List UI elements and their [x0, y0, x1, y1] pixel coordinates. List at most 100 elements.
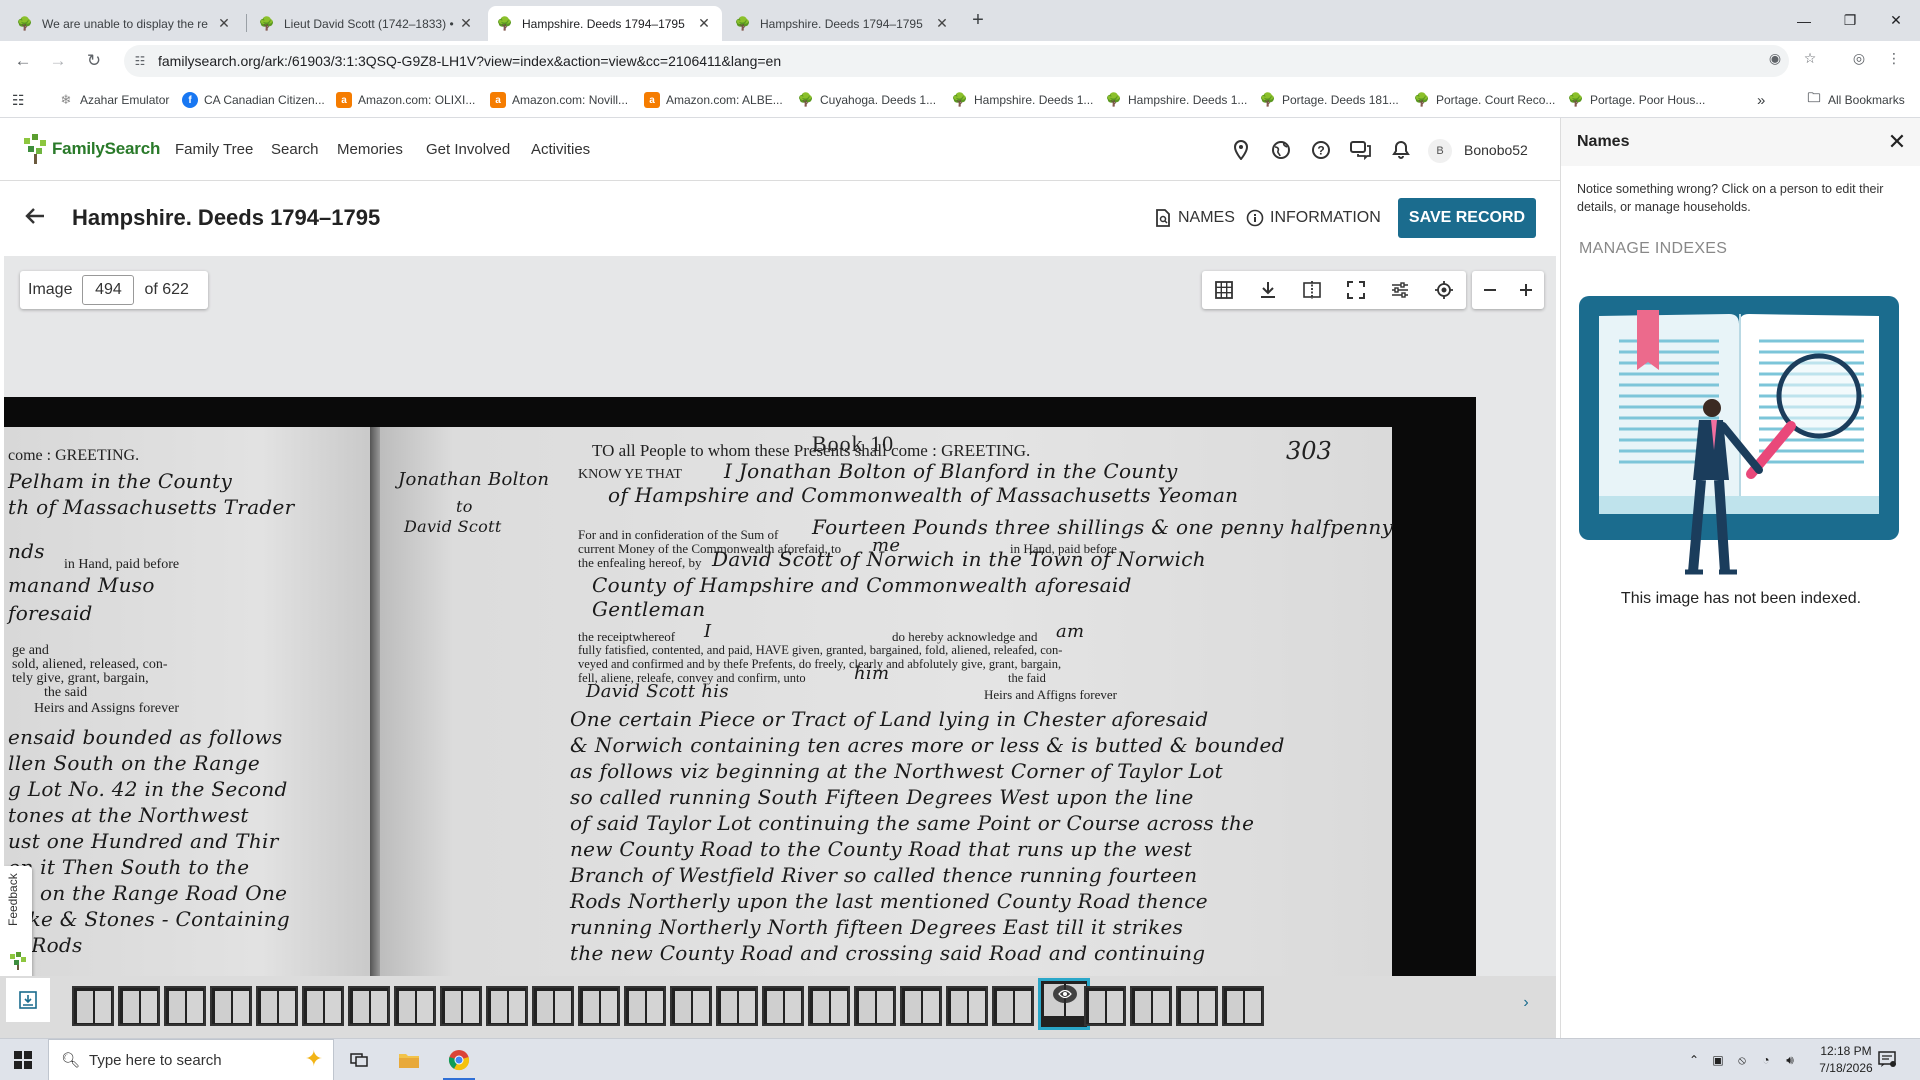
thumbnail[interactable] — [164, 986, 206, 1026]
notification-icon[interactable] — [1878, 1050, 1898, 1070]
familysearch-logo[interactable]: FamilySearch — [22, 134, 160, 164]
zoom-out-icon[interactable] — [1472, 271, 1508, 309]
help-icon[interactable]: ? — [1309, 138, 1333, 162]
bookmark-item[interactable]: 🌳 Portage. Court Reco... — [1414, 91, 1555, 109]
nav-memories[interactable]: Memories — [337, 118, 403, 181]
url-text[interactable]: familysearch.org/ark:/61903/3:1:3QSQ-G9Z… — [158, 53, 781, 69]
close-icon[interactable]: ✕ — [1883, 128, 1911, 156]
menu-icon[interactable]: ⋮ — [1885, 49, 1903, 67]
thumbnail[interactable] — [854, 986, 896, 1026]
download-icon[interactable] — [1246, 271, 1290, 309]
tray-chevron-icon[interactable]: ⌃ — [1686, 1052, 1702, 1068]
all-bookmarks[interactable]: 🗀 All Bookmarks — [1806, 90, 1904, 109]
image-viewer[interactable]: Image 494 of 622 come: GREETING. Pelham… — [4, 256, 1556, 1038]
browser-tab-active[interactable]: 🌳 Hampshire. Deeds 1794–1795 ✕ — [488, 6, 722, 41]
back-arrow-icon[interactable] — [24, 205, 50, 231]
thumbnail[interactable] — [256, 986, 298, 1026]
bookmark-item[interactable]: a Amazon.com: OLIXI... — [336, 91, 475, 109]
bookmark-item[interactable]: 🌳 Hampshire. Deeds 1... — [952, 91, 1093, 109]
thumbnail[interactable] — [1130, 986, 1172, 1026]
globe-icon[interactable] — [1269, 138, 1293, 162]
bookmark-item[interactable]: 🌳 Cuyahoga. Deeds 1... — [798, 91, 936, 109]
volume-icon[interactable]: 🔊︎ — [1782, 1052, 1798, 1068]
close-tab-icon[interactable]: ✕ — [934, 15, 950, 32]
site-info-icon[interactable]: ☷ — [132, 53, 148, 69]
chrome-icon[interactable] — [435, 1039, 483, 1080]
back-icon[interactable]: ← — [11, 49, 35, 73]
bookmark-item[interactable]: f CA Canadian Citizen... — [182, 91, 325, 109]
feedback-tab[interactable]: Feedback — [4, 866, 32, 984]
messages-icon[interactable] — [1349, 138, 1373, 162]
filmstrip-toggle-icon[interactable] — [6, 978, 50, 1022]
apps-icon[interactable]: ☷ — [12, 91, 25, 109]
information-link[interactable]: INFORMATION — [1246, 209, 1381, 227]
thumbnail[interactable] — [486, 986, 528, 1026]
restore-icon[interactable]: ❐ — [1827, 0, 1873, 41]
nav-get-involved[interactable]: Get Involved — [426, 118, 510, 181]
location-pin-icon[interactable] — [1229, 138, 1253, 162]
thumbnail[interactable] — [394, 986, 436, 1026]
taskbar-search-input[interactable]: 🔍︎ Type here to search ✦ — [48, 1039, 334, 1080]
grid-icon[interactable] — [1202, 271, 1246, 309]
fullscreen-icon[interactable] — [1334, 271, 1378, 309]
system-clock[interactable]: 12:18 PM 7/18/2026 — [1810, 1043, 1882, 1077]
bookmarks-overflow-icon[interactable]: » — [1757, 91, 1765, 109]
thumbnail[interactable] — [578, 986, 620, 1026]
nav-activities[interactable]: Activities — [531, 118, 590, 181]
adjust-icon[interactable] — [1378, 271, 1422, 309]
thumbnail[interactable] — [210, 986, 252, 1026]
bookmark-item[interactable]: 🌳 Portage. Poor Hous... — [1568, 91, 1706, 109]
wifi-icon[interactable]: ◔ — [1758, 1052, 1774, 1068]
current-thumbnail[interactable] — [1038, 978, 1090, 1030]
record-image[interactable]: come : GREETING. Pelham in the County th… — [4, 397, 1476, 1017]
thumbnail[interactable] — [1084, 986, 1126, 1026]
meet-now-icon[interactable]: ▣ — [1710, 1052, 1726, 1068]
windows-start-icon[interactable] — [0, 1039, 46, 1080]
manage-indexes-link[interactable]: MANAGE INDEXES — [1579, 240, 1727, 258]
save-record-button[interactable]: SAVE RECORD — [1398, 198, 1536, 238]
task-view-icon[interactable] — [335, 1039, 383, 1080]
bookmark-item[interactable]: a Amazon.com: ALBE... — [644, 91, 783, 109]
bookmark-item[interactable]: a Amazon.com: Novill... — [490, 91, 628, 109]
locate-icon[interactable] — [1422, 271, 1466, 309]
new-tab-icon[interactable]: + — [966, 8, 990, 32]
bookmark-item[interactable]: 🌳 Portage. Deeds 181... — [1260, 91, 1399, 109]
thumbnail[interactable] — [440, 986, 482, 1026]
thumbnail[interactable] — [808, 986, 850, 1026]
file-explorer-icon[interactable] — [385, 1039, 433, 1080]
close-tab-icon[interactable]: ✕ — [216, 15, 232, 32]
close-tab-icon[interactable]: ✕ — [458, 15, 474, 32]
thumbnail[interactable] — [762, 986, 804, 1026]
image-number-input[interactable]: 494 — [82, 275, 135, 305]
bookmark-item[interactable]: 🌳 Hampshire. Deeds 1... — [1106, 91, 1247, 109]
username[interactable]: Bonobo52 — [1464, 142, 1528, 158]
nav-family-tree[interactable]: Family Tree — [175, 118, 253, 181]
network-off-icon[interactable]: ⦸ — [1734, 1052, 1750, 1068]
browser-tab[interactable]: 🌳 Hampshire. Deeds 1794–1795 ✕ — [726, 6, 960, 41]
zoom-in-icon[interactable] — [1508, 271, 1544, 309]
compare-icon[interactable] — [1290, 271, 1334, 309]
thumbnail[interactable] — [532, 986, 574, 1026]
close-window-icon[interactable]: ✕ — [1873, 0, 1919, 41]
browser-tab[interactable]: 🌳 Lieut David Scott (1742–1833) • ✕ — [250, 6, 484, 41]
avatar[interactable]: B — [1428, 139, 1452, 163]
thumbnail[interactable] — [670, 986, 712, 1026]
thumbnail[interactable] — [624, 986, 666, 1026]
browser-tab[interactable]: 🌳 We are unable to display the re ✕ — [8, 6, 242, 41]
thumbnail[interactable] — [946, 986, 988, 1026]
profile-icon[interactable]: ◎ — [1850, 49, 1868, 67]
thumbnail[interactable] — [72, 986, 114, 1026]
address-bar[interactable]: ☷ familysearch.org/ark:/61903/3:1:3QSQ-G… — [124, 45, 1789, 77]
thumbnail[interactable] — [900, 986, 942, 1026]
thumbnail[interactable] — [992, 986, 1034, 1026]
names-link[interactable]: NAMES — [1154, 209, 1235, 227]
thumbnail[interactable] — [118, 986, 160, 1026]
reload-icon[interactable]: ↻ — [82, 49, 106, 73]
thumbnail[interactable] — [302, 986, 344, 1026]
thumbnail[interactable] — [1176, 986, 1218, 1026]
bookmark-item[interactable]: ❄ Azahar Emulator — [58, 91, 170, 109]
thumbnail[interactable] — [348, 986, 390, 1026]
tracking-blocked-icon[interactable]: ◉ — [1766, 49, 1784, 67]
thumbnail[interactable] — [716, 986, 758, 1026]
filmstrip-next-icon[interactable]: › — [1518, 994, 1534, 1014]
